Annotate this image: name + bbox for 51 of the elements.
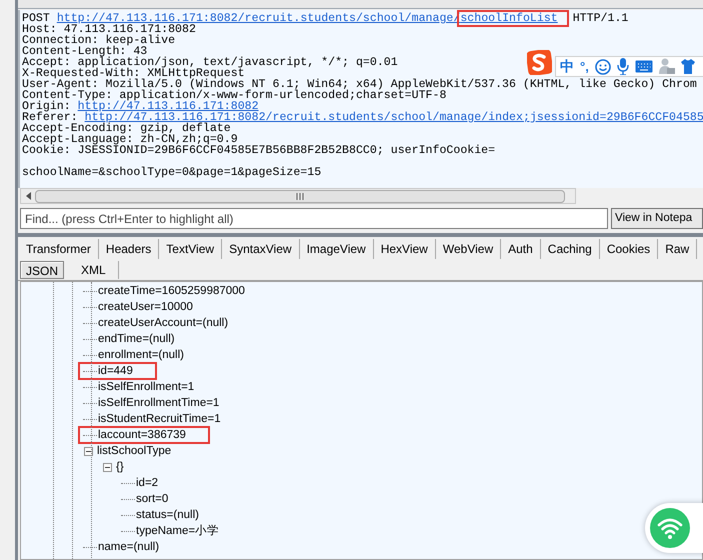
tree-node[interactable]: id=449 bbox=[80, 364, 155, 378]
request-method: POST bbox=[22, 13, 50, 24]
sogou-logo-icon[interactable] bbox=[527, 50, 552, 75]
collapse-icon[interactable] bbox=[103, 462, 112, 472]
tree-node[interactable]: createUserAccount=(null) bbox=[98, 316, 228, 330]
tree-node[interactable]: endTime=(null) bbox=[98, 332, 175, 346]
tree-node[interactable]: typeName=小学 bbox=[136, 524, 220, 538]
header-link[interactable]: http://47.113.116.171:8082/recruit.students/school/manage/index;jsessionid=29B6F6CCF04585 bbox=[84, 112, 703, 123]
tree-node[interactable]: createTime=1605259987000 bbox=[98, 284, 245, 298]
header-line: Content-Type: application/x-www-form-urlencoded;charset=UTF-8 bbox=[22, 90, 446, 101]
request-url-link[interactable]: schoolInfoList bbox=[460, 13, 566, 24]
input-mode-toggle[interactable]: 中 bbox=[560, 56, 574, 77]
punctuation-toggle[interactable]: °, bbox=[580, 56, 589, 76]
tree-node[interactable]: laccount=386739 bbox=[80, 428, 208, 442]
header-line: X-Requested-With: XMLHttpRequest bbox=[22, 68, 245, 79]
view-tab[interactable]: JSON bbox=[20, 261, 64, 279]
tree-node[interactable]: id=2 bbox=[136, 476, 158, 490]
header-line: Accept-Language: zh-CN,zh;q=0.9 bbox=[22, 134, 238, 145]
horizontal-scrollbar[interactable] bbox=[20, 188, 576, 204]
header-line: Host: 47.113.116.171:8082 bbox=[22, 24, 196, 35]
tree-node[interactable]: isSelfEnrollmentTime=1 bbox=[98, 396, 220, 410]
keyboard-icon[interactable] bbox=[634, 60, 653, 73]
header-name: Origin: bbox=[22, 101, 71, 112]
tree-node[interactable]: isStudentRecruitTime=1 bbox=[98, 412, 221, 426]
smiley-icon[interactable] bbox=[594, 58, 611, 74]
wifi-icon bbox=[650, 508, 690, 548]
tree-node[interactable]: listSchoolType bbox=[97, 444, 172, 458]
header-name: Referer: bbox=[22, 112, 78, 123]
scroll-thumb[interactable] bbox=[35, 190, 565, 202]
tree-node[interactable]: createUser=10000 bbox=[98, 300, 193, 314]
header-line: Content-Length: 43 bbox=[22, 46, 148, 57]
microphone-icon[interactable] bbox=[616, 58, 629, 75]
tree-node[interactable]: {} bbox=[116, 460, 124, 474]
header-line: Cookie: JSESSIONID=29B6F6CCF04585E7B56BB8F2B52B8CC0; userInfoCookie= bbox=[22, 145, 496, 156]
header-line: User-Agent: Mozilla/5.0 (Windows NT 6.1; Win64; x64) AppleWebKit/537.36 (KHTML, like Gecko) Chrom bbox=[22, 79, 697, 90]
tree-node[interactable]: enrollment=(null) bbox=[98, 348, 184, 362]
view-in-notepad-button[interactable]: View in Notepa bbox=[611, 208, 703, 229]
tree-node[interactable]: name=(null) bbox=[98, 540, 160, 554]
header-link[interactable]: http://47.113.116.171:8082 bbox=[78, 101, 259, 112]
header-line: Accept: application/json, text/javascript, */*; q=0.01 bbox=[22, 57, 398, 68]
header-line: schoolName=&schoolType=0&page=1&pageSize=15 bbox=[22, 167, 322, 178]
header-line: Accept-Encoding: gzip, deflate bbox=[22, 123, 231, 134]
http-version: HTTP/1.1 bbox=[572, 13, 628, 24]
tree-node[interactable]: status=(null) bbox=[136, 508, 199, 522]
tree-node[interactable]: isSelfEnrollment=1 bbox=[98, 380, 194, 394]
tree-node[interactable]: sort=0 bbox=[136, 492, 168, 506]
user-icon[interactable] bbox=[658, 58, 675, 75]
find-field[interactable]: Find... (press Ctrl+Enter to highlight all) bbox=[20, 208, 608, 229]
collapse-icon[interactable] bbox=[84, 446, 93, 456]
shirt-icon[interactable] bbox=[680, 59, 695, 74]
header-line: Connection: keep-alive bbox=[22, 35, 176, 46]
